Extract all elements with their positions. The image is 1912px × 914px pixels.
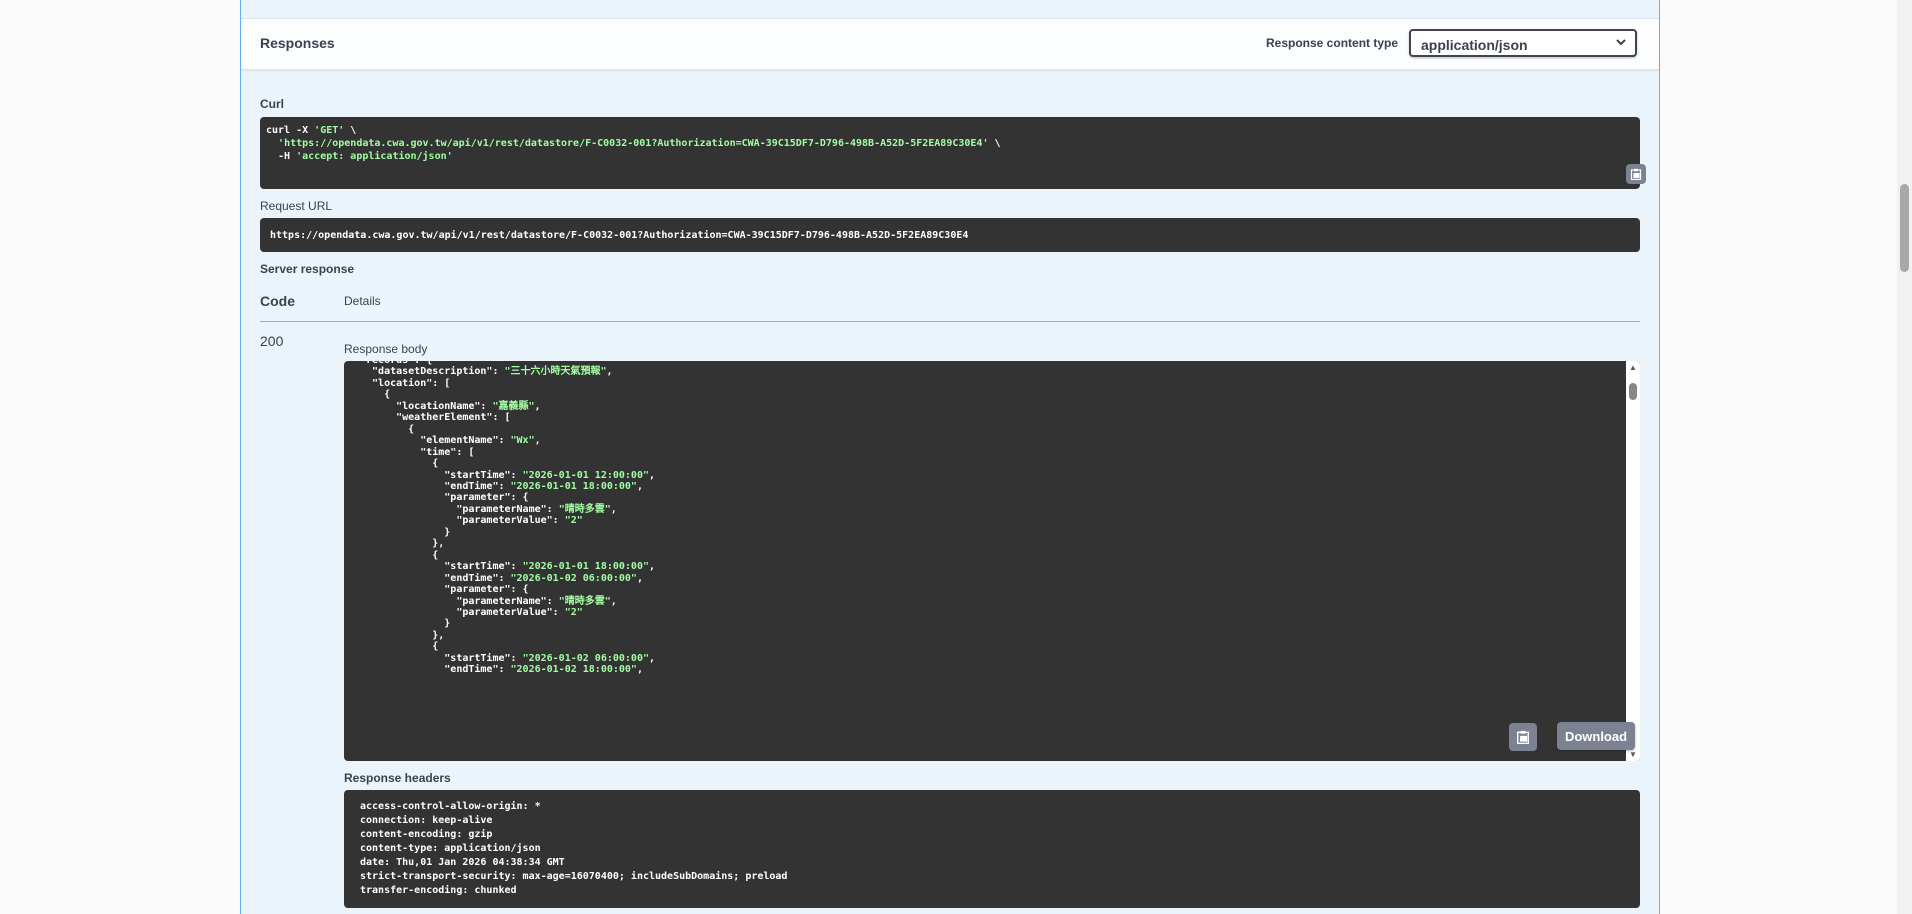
request-url-box: https://opendata.cwa.gov.tw/api/v1/rest/… [260, 218, 1640, 252]
response-body-scrollbar[interactable]: ▲ ▼ [1626, 361, 1640, 761]
page-scrollbar[interactable] [1897, 0, 1912, 914]
curl-header-flag: -H [266, 151, 297, 162]
response-body-line: }, [360, 538, 445, 550]
response-body-line: "locationName": "嘉義縣", [360, 400, 541, 412]
responses-header: Responses Response content type applicat… [241, 18, 1659, 70]
response-body-line: "parameterValue": "2" [360, 606, 583, 618]
clipboard-icon [1517, 730, 1529, 744]
response-body-label: Response body [344, 342, 428, 356]
response-body-line: "elementName": "Wx", [360, 435, 541, 447]
response-headers-box: access-control-allow-origin: * connectio… [344, 790, 1640, 908]
response-body-line: }, [360, 629, 445, 641]
response-content-type-label: Response content type [1266, 36, 1399, 50]
table-divider [260, 321, 1640, 322]
response-body-code: "records": { "datasetDescription": "三十六小… [360, 361, 655, 676]
response-header-line: connection: keep-alive [360, 815, 493, 826]
response-body-line: "time": [ [360, 446, 475, 458]
response-code: 200 [260, 333, 284, 349]
response-body-line: "parameter": { [360, 492, 529, 504]
code-column-header: Code [260, 293, 295, 309]
response-header-line: date: Thu,01 Jan 2026 04:38:34 GMT [360, 857, 565, 868]
download-button[interactable]: Download [1557, 722, 1635, 750]
page-scroll-thumb[interactable] [1900, 184, 1909, 272]
response-header-line: transfer-encoding: chunked [360, 885, 517, 896]
response-body-line: "weatherElement": [ [360, 412, 511, 424]
curl-indent [266, 138, 278, 149]
response-body-line: "datasetDescription": "三十六小時天氣預報", [360, 366, 613, 378]
curl-method: 'GET' [314, 125, 345, 136]
response-header-line: access-control-allow-origin: * [360, 801, 541, 812]
server-response-label: Server response [260, 262, 355, 276]
request-url-value: https://opendata.cwa.gov.tw/api/v1/rest/… [270, 230, 969, 241]
operation-panel: Responses Response content type applicat… [240, 0, 1660, 914]
response-body-line: "startTime": "2026-01-01 18:00:00", [360, 561, 656, 573]
curl-code-block: curl -X 'GET' \ 'https://opendata.cwa.go… [260, 117, 1646, 189]
curl-header: 'accept: application/json' [296, 151, 453, 162]
copy-curl-button[interactable] [1626, 164, 1646, 184]
response-body-scroll-thumb[interactable] [1629, 383, 1637, 400]
response-body-line: { [360, 423, 415, 435]
response-body-line: "endTime": "2026-01-01 18:00:00", [360, 480, 643, 492]
response-body-line: { [360, 458, 439, 470]
response-body-line: "startTime": "2026-01-01 12:00:00", [360, 469, 656, 481]
copy-response-button[interactable] [1509, 723, 1537, 751]
curl-label: Curl [260, 97, 284, 111]
response-content-type-select[interactable]: application/json [1409, 29, 1637, 57]
response-body-line: "parameter": { [360, 584, 529, 596]
response-body-line: "endTime": "2026-01-02 06:00:00", [360, 572, 643, 584]
request-url-label: Request URL [260, 199, 333, 213]
response-header-line: strict-transport-security: max-age=16070… [360, 871, 788, 882]
response-body-line: "startTime": "2026-01-02 06:00:00", [360, 652, 656, 664]
response-body-line: "parameterName": "晴時多雲", [360, 503, 617, 515]
response-body-line: "endTime": "2026-01-02 18:00:00", [360, 664, 643, 676]
curl-url: 'https://opendata.cwa.gov.tw/api/v1/rest… [278, 138, 989, 149]
response-body-line: "location": [ [360, 377, 451, 389]
scroll-down-icon[interactable]: ▼ [1629, 750, 1637, 759]
scroll-up-icon[interactable]: ▲ [1629, 363, 1637, 372]
curl-continuation: \ [988, 138, 1001, 149]
response-headers-code: access-control-allow-origin: * connectio… [360, 800, 787, 898]
clipboard-icon [1630, 168, 1642, 180]
curl-continuation: \ [344, 125, 357, 136]
details-column-header: Details [344, 294, 381, 308]
response-body-line: "parameterValue": "2" [360, 515, 583, 527]
response-body[interactable]: "records": { "datasetDescription": "三十六小… [344, 361, 1640, 761]
response-body-line: { [360, 549, 439, 561]
response-body-line: } [360, 618, 451, 630]
response-body-line: "parameterName": "晴時多雲", [360, 595, 617, 607]
curl-cmd: curl -X [266, 125, 315, 136]
responses-title: Responses [260, 35, 335, 51]
response-content-type-value: application/json [1421, 37, 1528, 53]
response-body-line: } [360, 526, 451, 538]
response-body-line: { [360, 389, 391, 401]
response-headers-label: Response headers [344, 771, 451, 785]
response-header-line: content-encoding: gzip [360, 829, 493, 840]
chevron-down-icon [1615, 36, 1627, 51]
response-body-line: { [360, 641, 439, 653]
response-header-line: content-type: application/json [360, 843, 541, 854]
